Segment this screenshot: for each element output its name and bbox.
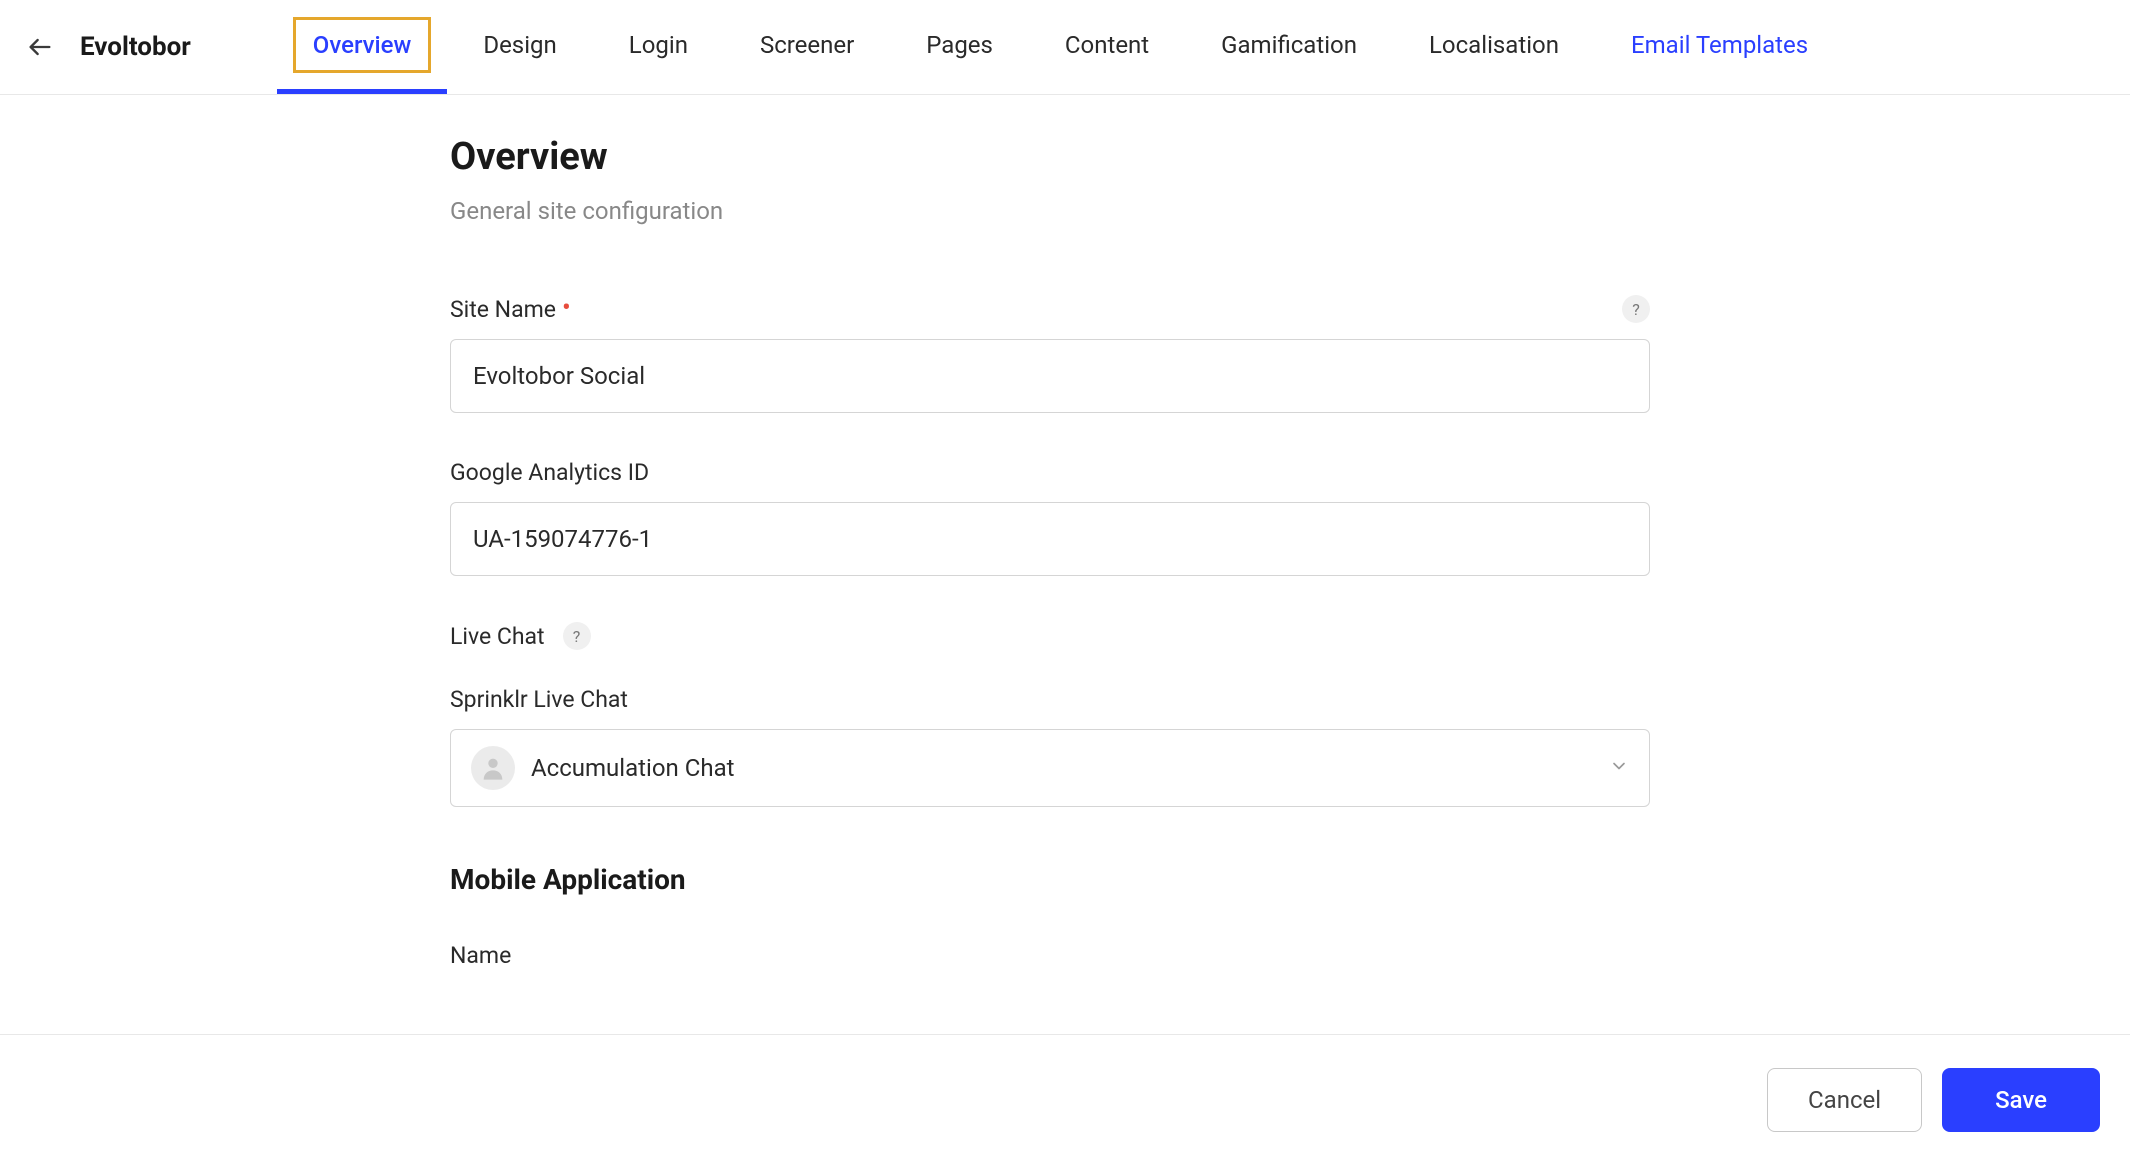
- field-ga-id: Google Analytics ID: [450, 459, 1650, 576]
- page-title: Overview: [450, 135, 2130, 179]
- live-chat-section-header: Live Chat ?: [450, 622, 2130, 650]
- header-bar: Evoltobor Overview Design Login Screener…: [0, 0, 2130, 95]
- content-area: Overview General site configuration Site…: [0, 95, 2130, 969]
- tab-content[interactable]: Content: [1029, 0, 1185, 94]
- field-sprinklr-chat: Sprinklr Live Chat Accumulation Chat: [450, 686, 1650, 807]
- tab-localisation[interactable]: Localisation: [1393, 0, 1595, 94]
- chevron-down-icon: [1609, 756, 1629, 780]
- tab-overview[interactable]: Overview: [277, 0, 448, 94]
- mobile-app-section-title: Mobile Application: [450, 863, 2130, 896]
- help-icon[interactable]: ?: [1622, 295, 1650, 323]
- ga-id-input[interactable]: [450, 502, 1650, 576]
- cancel-button[interactable]: Cancel: [1767, 1068, 1922, 1132]
- mobile-app-name-label: Name: [450, 942, 511, 969]
- sprinklr-chat-selected: Accumulation Chat: [531, 754, 1593, 782]
- tab-label: Pages: [926, 31, 993, 59]
- tab-pages[interactable]: Pages: [890, 0, 1029, 94]
- tab-label: Overview: [295, 19, 430, 71]
- page-subtitle: General site configuration: [450, 197, 2130, 225]
- tab-label: Screener: [760, 31, 854, 59]
- arrow-left-icon: [26, 33, 54, 61]
- site-name-label: Site Name: [450, 296, 556, 323]
- help-icon[interactable]: ?: [563, 622, 591, 650]
- sprinklr-chat-select[interactable]: Accumulation Chat: [450, 729, 1650, 807]
- tab-label: Design: [483, 31, 556, 59]
- field-site-name: Site Name • ?: [450, 295, 1650, 413]
- tab-gamification[interactable]: Gamification: [1185, 0, 1393, 94]
- tab-label: Login: [629, 31, 688, 59]
- save-button[interactable]: Save: [1942, 1068, 2100, 1132]
- tab-design[interactable]: Design: [447, 0, 592, 94]
- back-button[interactable]: [22, 29, 58, 65]
- tab-label: Localisation: [1429, 31, 1559, 59]
- tab-email-templates[interactable]: Email Templates: [1595, 0, 1844, 94]
- live-chat-label: Live Chat: [450, 623, 545, 650]
- tab-label: Content: [1065, 31, 1149, 59]
- avatar-icon: [471, 746, 515, 790]
- tab-label: Gamification: [1221, 31, 1357, 59]
- tab-login[interactable]: Login: [593, 0, 724, 94]
- sprinklr-chat-label: Sprinklr Live Chat: [450, 686, 628, 713]
- ga-id-label: Google Analytics ID: [450, 459, 649, 486]
- field-mobile-app-name: Name: [450, 942, 1650, 969]
- tabs-container: Overview Design Login Screener Pages Con…: [277, 0, 1844, 94]
- footer-bar: Cancel Save: [0, 1034, 2130, 1164]
- required-indicator: •: [562, 301, 571, 317]
- site-title: Evoltobor: [80, 32, 191, 62]
- tab-label: Email Templates: [1631, 31, 1808, 59]
- tab-screener[interactable]: Screener: [724, 0, 890, 94]
- site-name-input[interactable]: [450, 339, 1650, 413]
